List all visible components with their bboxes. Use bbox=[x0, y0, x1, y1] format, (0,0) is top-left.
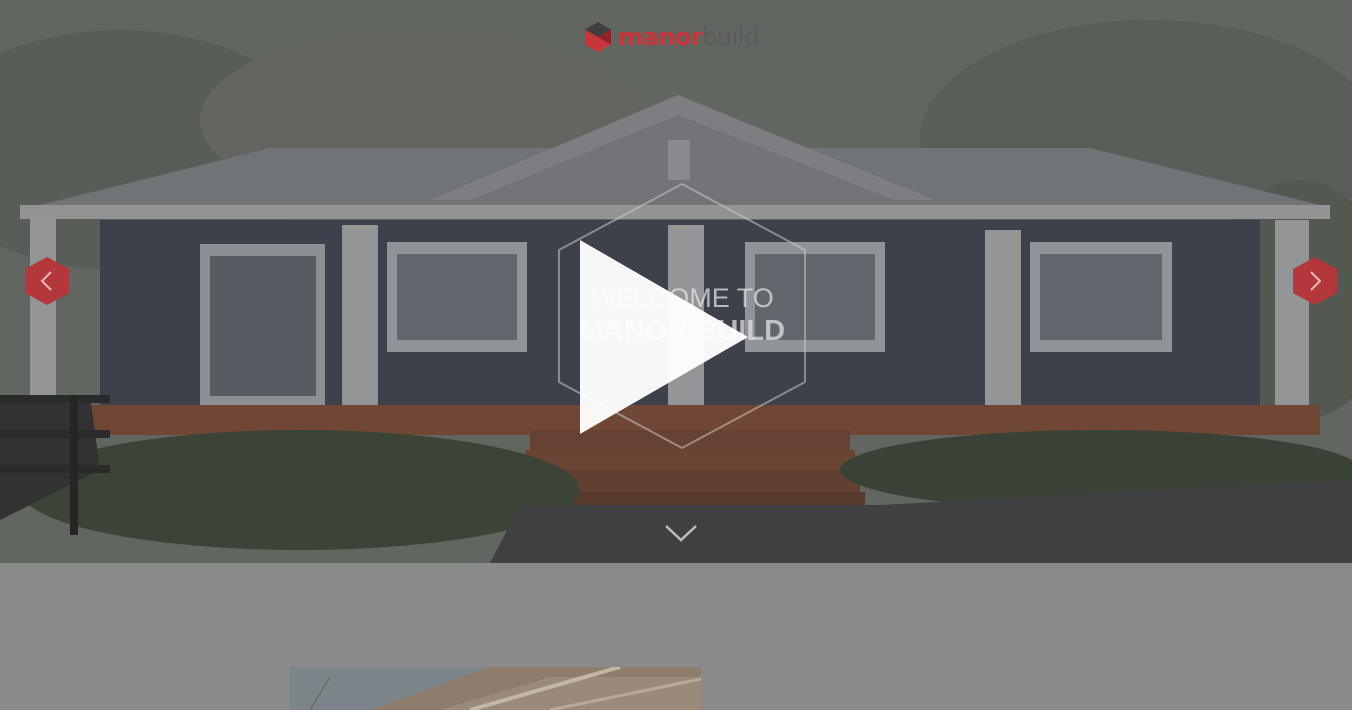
logo-text-build: build bbox=[702, 23, 759, 51]
manorbuild-logo[interactable]: manor build bbox=[584, 20, 759, 54]
featured-image-thumbnail[interactable] bbox=[290, 667, 701, 710]
play-icon[interactable] bbox=[580, 240, 748, 434]
chevron-down-icon[interactable] bbox=[664, 522, 698, 544]
chevron-right-icon[interactable] bbox=[1291, 256, 1339, 306]
logo-text-manor: manor bbox=[618, 23, 703, 51]
hero-slider: manorbuild WELCOME TO MANOR BUILD bbox=[0, 0, 1352, 563]
featured-image bbox=[290, 667, 701, 710]
content-section bbox=[0, 563, 1352, 710]
chevron-left-icon[interactable] bbox=[23, 256, 71, 306]
logo-hexagon-icon bbox=[585, 22, 611, 52]
